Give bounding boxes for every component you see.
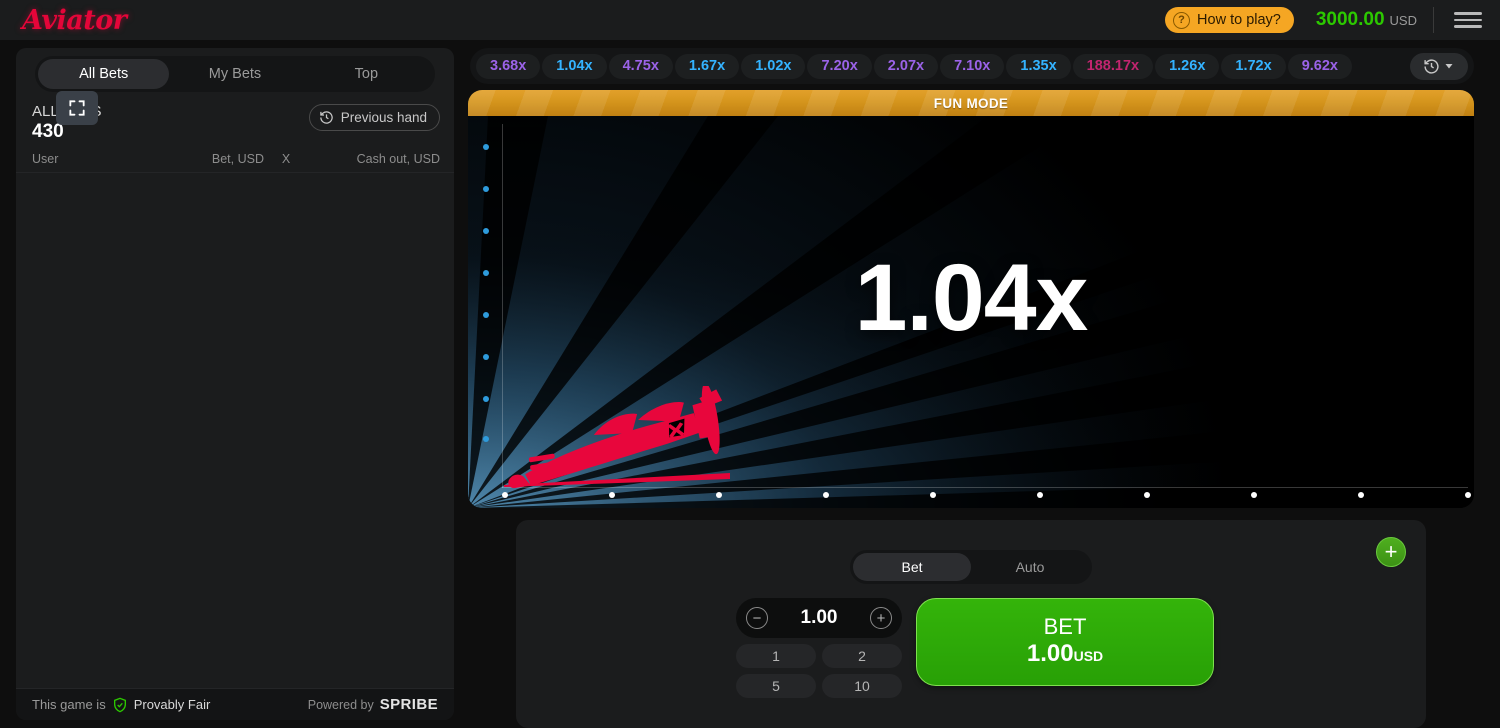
x-axis-tick-dot (823, 492, 829, 498)
bet-button-amount: 1.00USD (1027, 640, 1103, 670)
y-axis-tick-dot (483, 186, 489, 192)
multiplier-chip[interactable]: 1.72x (1221, 53, 1286, 79)
bet-mode-tabs: Bet Auto (850, 550, 1092, 584)
airplane-icon (508, 386, 723, 489)
multiplier-chip[interactable]: 1.02x (741, 53, 806, 79)
fullscreen-icon[interactable] (56, 91, 98, 125)
sidebar-tab-all-bets[interactable]: All Bets (38, 59, 170, 89)
burger-line (1454, 18, 1482, 22)
bets-sidebar: All Bets My Bets Top ALL BETS 430 Previo… (16, 48, 454, 720)
multiplier-chip[interactable]: 1.35x (1006, 53, 1071, 79)
how-to-play-label: How to play? (1197, 12, 1281, 28)
y-axis-tick-dot (483, 354, 489, 360)
x-axis-tick-dot (930, 492, 936, 498)
fullscreen-glyph (69, 100, 85, 116)
burger-line (1454, 25, 1482, 28)
fun-mode-banner: FUN MODE (468, 90, 1474, 116)
spribe-logo: SPRIBE (379, 696, 438, 713)
y-axis-tick-dot (483, 228, 489, 234)
multiplier-chip[interactable]: 1.04x (542, 53, 607, 79)
shield-check-icon (113, 697, 126, 712)
y-axis-tick-dot (483, 396, 489, 402)
game-canvas-area: FUN MODE 1.04x (468, 90, 1474, 508)
sidebar-footer: This game is Provably Fair Powered by SP… (16, 688, 454, 720)
quick-stake-10[interactable]: 10 (822, 674, 902, 698)
provably-fair-prefix: This game is (32, 697, 106, 712)
add-bet-panel-button[interactable]: + (1376, 537, 1406, 567)
multiplier-chip[interactable]: 1.26x (1155, 53, 1220, 79)
powered-by-prefix: Powered by (307, 698, 374, 712)
multiplier-chip[interactable]: 188.17x (1072, 53, 1154, 79)
multiplier-chip[interactable]: 2.07x (873, 53, 939, 79)
burger-line (1454, 12, 1482, 15)
multiplier-history-bar: 3.68x 1.04x 4.75x 1.67x 1.02x 7.20x 2.07x 7.10x… (470, 48, 1474, 84)
provably-fair-group[interactable]: This game is Provably Fair (32, 697, 210, 713)
column-multiplier: X (281, 152, 291, 166)
bets-table-body[interactable] (16, 173, 454, 653)
x-axis-tick-dot (1465, 492, 1471, 498)
balance-display: 3000.00 USD (1316, 9, 1417, 31)
decrease-stake-button[interactable]: − (746, 607, 768, 629)
clock-history-icon (1424, 58, 1439, 74)
history-toggle-button[interactable] (1410, 52, 1468, 80)
column-bet: Bet, USD (211, 152, 264, 166)
sidebar-tabs: All Bets My Bets Top (35, 56, 435, 92)
aviator-app: Aviator ? How to play? 3000.00 USD All B… (0, 0, 1500, 728)
hamburger-menu-icon[interactable] (1450, 8, 1486, 32)
x-axis-tick-dot (1358, 492, 1364, 498)
bet-button-title: BET (1043, 614, 1087, 639)
quick-stake-2[interactable]: 2 (822, 644, 902, 668)
y-axis-tick-dot (483, 436, 489, 442)
fun-mode-label: FUN MODE (933, 95, 1009, 111)
current-multiplier: 1.04x (854, 245, 1089, 351)
multiplier-chip[interactable]: 9.62x (1287, 53, 1352, 79)
tab-bet[interactable]: Bet (853, 553, 971, 581)
x-axis-tick-dot (1037, 492, 1043, 498)
y-axis-tick-dot (483, 144, 489, 150)
bet-panel: Bet Auto + − 1.00 + 1 2 5 10 BET 1.00USD (516, 520, 1426, 728)
bet-amount-currency: USD (1073, 648, 1104, 664)
powered-by-group: Powered by SPRIBE (308, 696, 438, 713)
chevron-down-icon (1445, 64, 1453, 69)
quick-stake-grid: 1 2 5 10 (736, 644, 902, 698)
previous-hand-button[interactable]: Previous hand (308, 104, 440, 131)
header-divider (1433, 7, 1434, 33)
header-right-group: ? How to play? 3000.00 USD (1165, 7, 1486, 33)
place-bet-button[interactable]: BET 1.00USD (916, 598, 1214, 686)
stake-stepper: − 1.00 + (736, 598, 902, 638)
how-to-play-button[interactable]: ? How to play? (1165, 7, 1294, 33)
multiplier-chip[interactable]: 7.10x (940, 53, 1005, 79)
bet-amount-value: 1.00 (1026, 640, 1074, 667)
balance-currency: USD (1389, 13, 1417, 28)
multiplier-chip[interactable]: 1.67x (674, 53, 740, 79)
increase-stake-button[interactable]: + (869, 607, 892, 629)
x-axis-tick-dot (1251, 492, 1257, 498)
clock-history-icon (319, 111, 333, 124)
sidebar-tab-top[interactable]: Top (301, 59, 432, 89)
multiplier-chip[interactable]: 4.75x (608, 53, 673, 79)
bet-controls: − 1.00 + 1 2 5 10 BET 1.00USD (736, 598, 1214, 698)
tab-auto[interactable]: Auto (971, 553, 1089, 581)
multiplier-chip[interactable]: 7.20x (807, 53, 872, 79)
aviator-logo: Aviator (22, 4, 127, 36)
app-header: Aviator ? How to play? 3000.00 USD (0, 0, 1500, 40)
multiplier-chip[interactable]: 3.68x (476, 53, 541, 79)
stake-controls: − 1.00 + 1 2 5 10 (736, 598, 902, 698)
quick-stake-5[interactable]: 5 (736, 674, 816, 698)
question-mark-icon: ? (1173, 11, 1191, 29)
multiplier-history-list: 3.68x 1.04x 4.75x 1.67x 1.02x 7.20x 2.07x 7.10x… (476, 53, 1406, 79)
flight-canvas: 1.04x (468, 116, 1474, 508)
sidebar-tab-my-bets[interactable]: My Bets (169, 59, 300, 89)
column-user: User (32, 152, 59, 166)
bets-table-header: User Bet, USD X Cash out, USD (16, 148, 454, 173)
x-axis-tick-dot (1144, 492, 1150, 498)
previous-hand-label: Previous hand (340, 110, 427, 125)
quick-stake-1[interactable]: 1 (736, 644, 816, 668)
stake-value[interactable]: 1.00 (801, 607, 838, 629)
balance-amount: 3000.00 (1315, 9, 1385, 30)
column-cashout: Cash out, USD (356, 152, 440, 166)
provably-fair-label: Provably Fair (133, 697, 211, 712)
